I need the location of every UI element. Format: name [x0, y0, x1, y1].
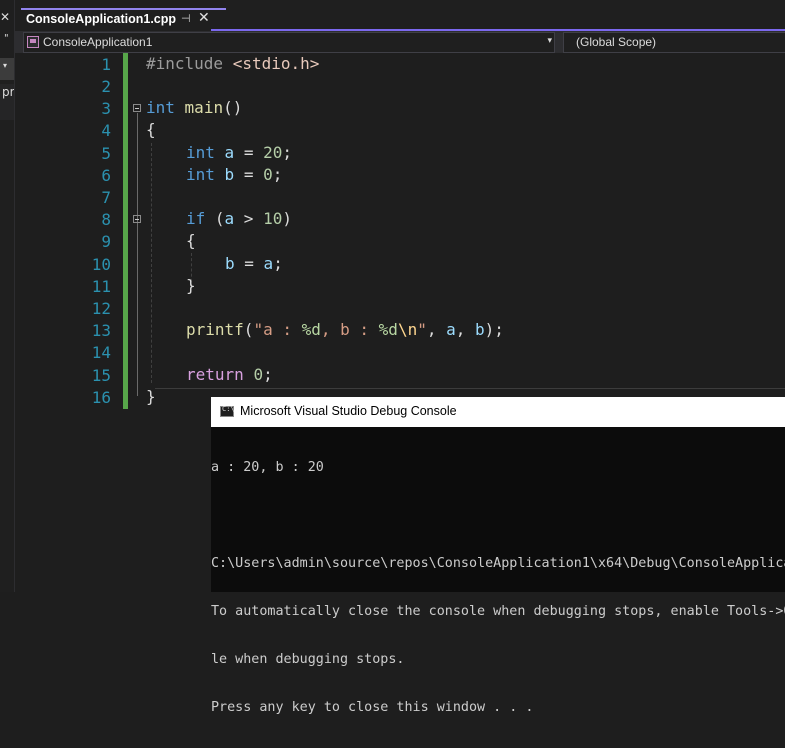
- code-line-9: {: [186, 231, 196, 250]
- code-line-4: {: [146, 120, 156, 139]
- chevron-down-icon: ▾: [547, 36, 552, 46]
- line-number: 14: [91, 343, 111, 362]
- console-output-line: a : 20, b : 20: [211, 460, 324, 475]
- console-output: a : 20, b : 20 C:\Users\admin\source\rep…: [211, 428, 785, 748]
- pin-icon[interactable]: ⊣: [181, 12, 191, 25]
- console-title: Microsoft Visual Studio Debug Console: [240, 404, 457, 418]
- scope-dropdown[interactable]: (Global Scope): [563, 32, 785, 53]
- line-number: 4: [101, 121, 111, 140]
- code-line-8: if (a > 10): [186, 209, 292, 228]
- dock-list-item[interactable]: pr: [0, 84, 14, 120]
- line-number: 15: [91, 366, 111, 385]
- console-title-bar[interactable]: C:\ Microsoft Visual Studio Debug Consol…: [211, 397, 785, 427]
- console-output-line: le when debugging stops.: [211, 652, 405, 667]
- collapse-main-icon[interactable]: [133, 104, 141, 112]
- dock-list-item-label: pr: [2, 85, 14, 99]
- line-number: 16: [91, 388, 111, 407]
- code-line-5: int a = 20;: [186, 143, 292, 162]
- line-number: 13: [91, 321, 111, 340]
- debug-console-window[interactable]: C:\ Microsoft Visual Studio Debug Consol…: [211, 397, 785, 715]
- indent-guide: [151, 143, 152, 383]
- chevron-down-icon: ▾: [3, 61, 8, 70]
- close-icon[interactable]: ✕: [198, 10, 210, 26]
- collapse-if-icon[interactable]: [133, 215, 141, 223]
- line-number: 11: [91, 277, 111, 296]
- console-output-line: C:\Users\admin\source\repos\ConsoleAppli…: [211, 556, 785, 571]
- code-line-11: }: [186, 276, 196, 295]
- line-number: 10: [91, 255, 111, 274]
- code-line-10: b = a;: [225, 254, 283, 273]
- close-icon[interactable]: ✕: [0, 11, 10, 23]
- line-number: 3: [101, 99, 111, 118]
- scope-dropdown-label: (Global Scope): [576, 35, 657, 49]
- code-line-15: return 0;: [186, 365, 273, 384]
- code-line-13: printf("a : %d, b : %d\n", a, b);: [186, 320, 504, 339]
- console-output-line: Press any key to close this window . . .: [211, 700, 534, 715]
- line-number: 9: [101, 232, 111, 251]
- code-line-16: }: [146, 387, 156, 406]
- change-tracking-bar: [123, 53, 128, 409]
- project-icon: [27, 36, 39, 48]
- line-number: 7: [101, 188, 111, 207]
- console-app-icon: C:\: [220, 405, 235, 417]
- left-dock-panel: ✕ " ▾ pr: [0, 0, 15, 592]
- document-tab-strip: ConsoleApplication1.cpp ⊣ ✕: [15, 0, 785, 32]
- quote-glyph: ": [4, 33, 9, 44]
- tab-title: ConsoleApplication1.cpp: [26, 12, 177, 26]
- line-number: 8: [101, 210, 111, 229]
- code-line-1: #include <stdio.h>: [146, 54, 320, 73]
- line-number: 5: [101, 144, 111, 163]
- line-number: 6: [101, 166, 111, 185]
- console-output-line: To automatically close the console when …: [211, 604, 785, 619]
- line-number: 1: [101, 55, 111, 74]
- navigation-bar: ConsoleApplication1 ▾ (Global Scope): [15, 31, 785, 54]
- code-line-6: int b = 0;: [186, 165, 283, 184]
- current-line-highlight: [155, 388, 785, 389]
- code-line-3: int main(): [146, 98, 243, 117]
- project-dropdown[interactable]: ConsoleApplication1 ▾: [23, 32, 555, 53]
- project-dropdown-label: ConsoleApplication1: [43, 35, 153, 49]
- line-number: 12: [91, 299, 111, 318]
- fold-region-line: [137, 224, 138, 296]
- line-number: 2: [101, 77, 111, 96]
- dock-dropdown[interactable]: ▾: [0, 58, 14, 80]
- tab-consoleapplication1-cpp[interactable]: ConsoleApplication1.cpp ⊣ ✕: [21, 8, 226, 32]
